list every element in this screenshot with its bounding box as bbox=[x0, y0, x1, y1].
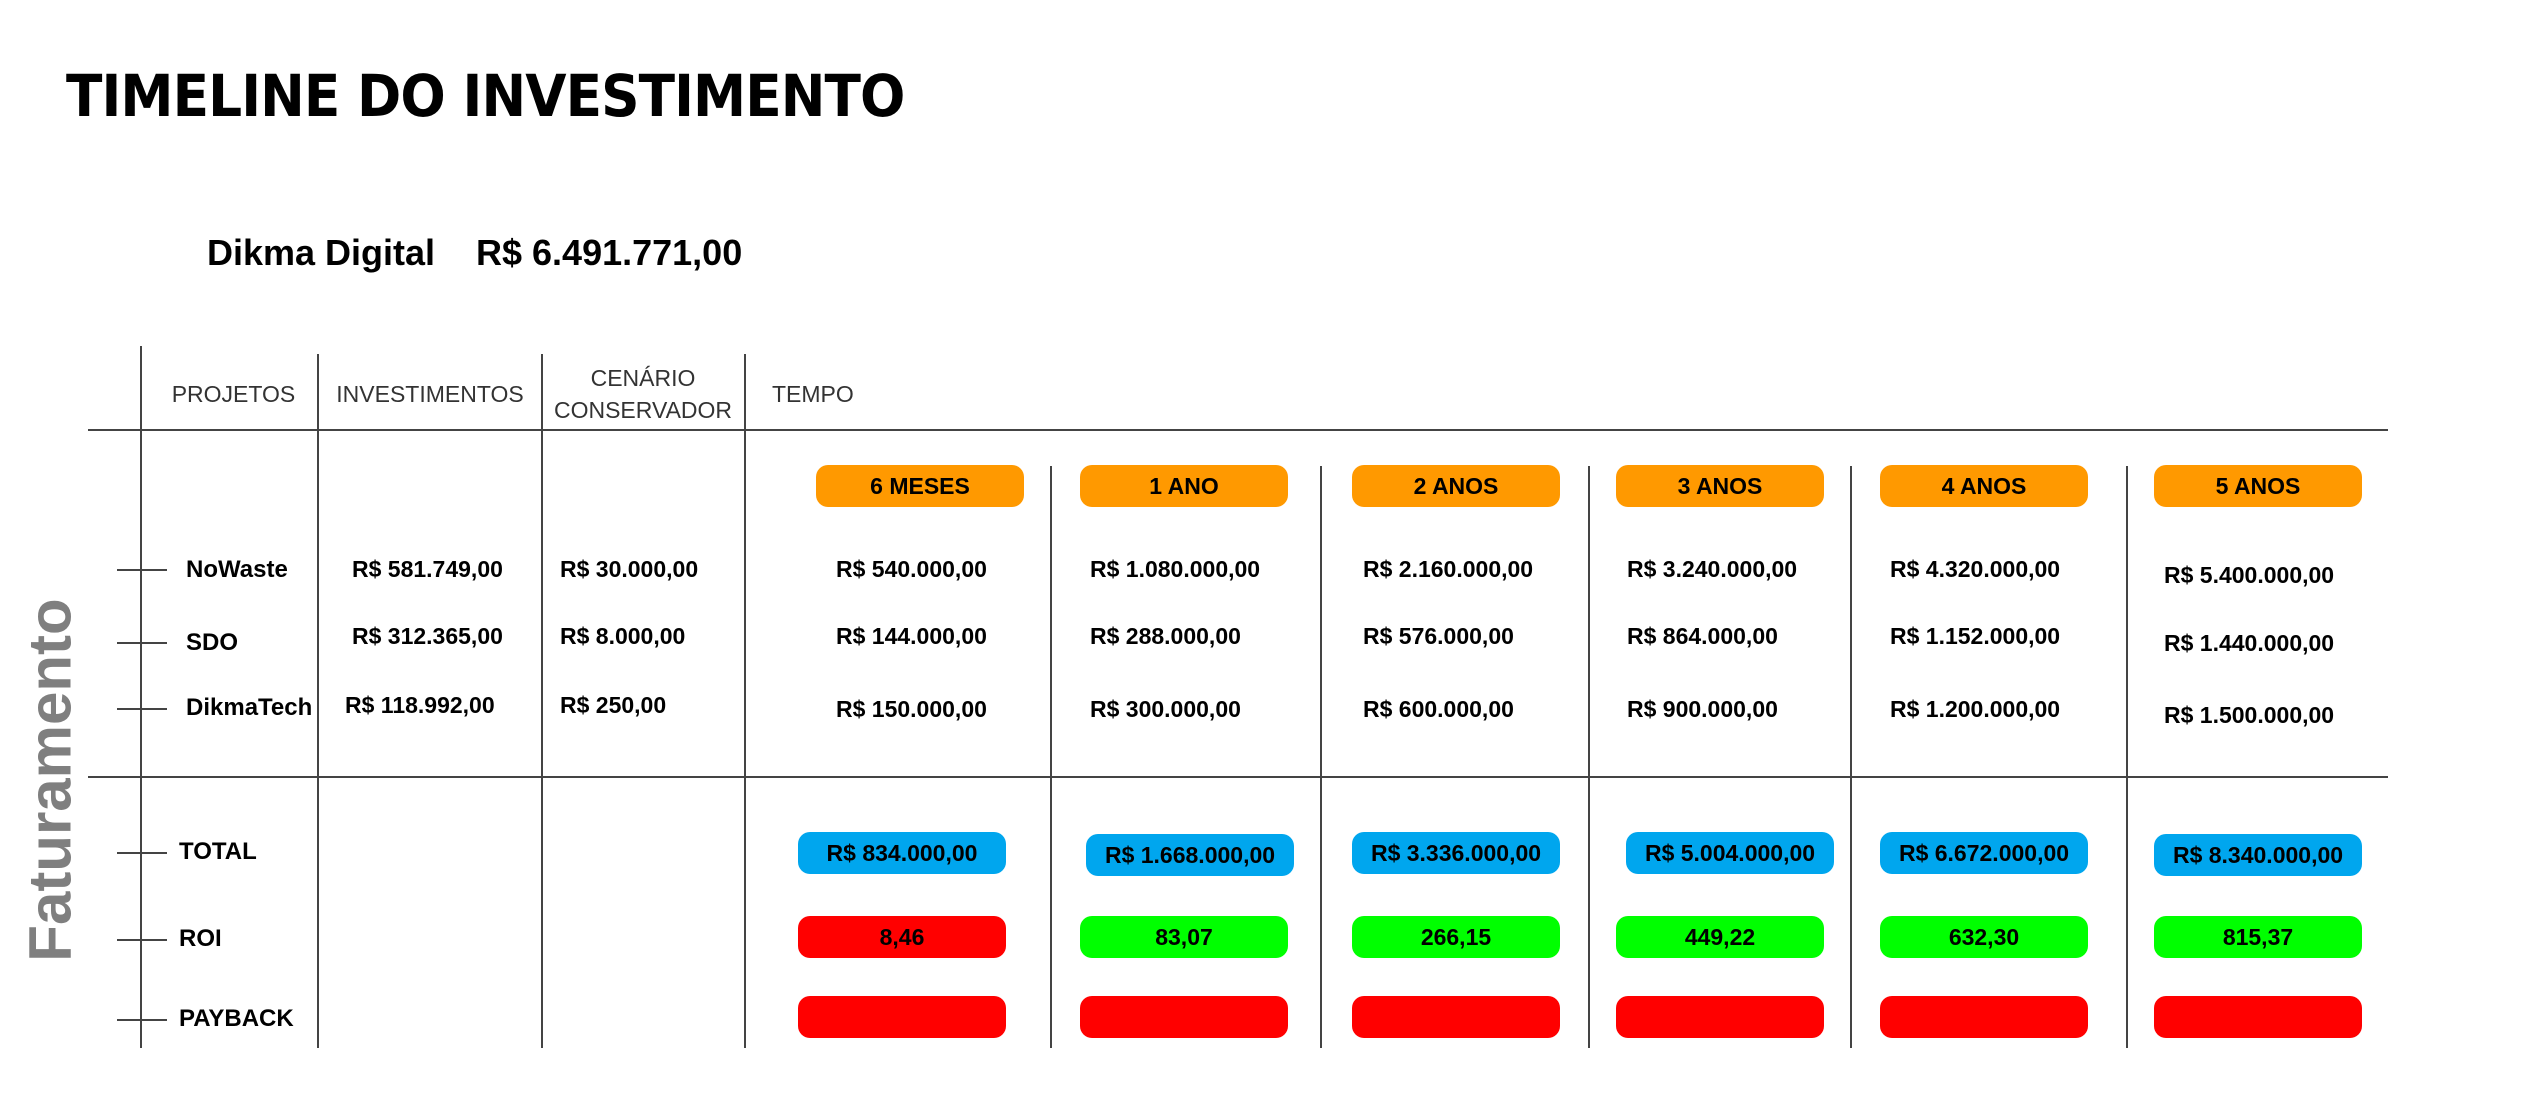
total-badge: R$ 8.340.000,00 bbox=[2154, 834, 2362, 876]
project-cenario: R$ 30.000,00 bbox=[560, 556, 699, 582]
project-value: R$ 144.000,00 bbox=[836, 623, 987, 649]
project-value: R$ 150.000,00 bbox=[836, 696, 987, 722]
total-badge: R$ 5.004.000,00 bbox=[1626, 832, 1834, 874]
roi-label: ROI bbox=[179, 925, 222, 952]
project-value: R$ 2.160.000,00 bbox=[1363, 556, 1534, 582]
company-total: R$ 6.491.771,00 bbox=[476, 232, 743, 273]
payback-badge bbox=[1352, 996, 1560, 1038]
period-badge: 1 ANO bbox=[1080, 465, 1288, 507]
project-cenario: R$ 8.000,00 bbox=[560, 623, 686, 649]
roi-badge: 815,37 bbox=[2154, 916, 2362, 958]
row-tick bbox=[117, 1019, 167, 1021]
project-cenario: R$ 250,00 bbox=[560, 692, 667, 718]
grid-line bbox=[88, 429, 2388, 431]
header-tempo: TEMPO bbox=[772, 381, 854, 407]
total-badge: R$ 834.000,00 bbox=[798, 832, 1006, 874]
payback-badge bbox=[2154, 996, 2362, 1038]
header-projetos: PROJETOS bbox=[171, 381, 296, 407]
header-cenario: CENÁRIO CONSERVADOR bbox=[553, 365, 733, 423]
grid-line bbox=[88, 776, 2388, 778]
total-label: TOTAL bbox=[179, 838, 257, 865]
roi-badge: 266,15 bbox=[1352, 916, 1560, 958]
project-value: R$ 600.000,00 bbox=[1363, 696, 1514, 722]
side-label: Faturamento bbox=[16, 598, 84, 962]
row-tick bbox=[117, 642, 167, 644]
payback-badge bbox=[798, 996, 1006, 1038]
project-value: R$ 1.152.000,00 bbox=[1890, 623, 2061, 649]
project-value: R$ 864.000,00 bbox=[1627, 623, 1778, 649]
roi-badge: 632,30 bbox=[1880, 916, 2088, 958]
project-investimento: R$ 581.749,00 bbox=[352, 556, 503, 582]
period-badge: 2 ANOS bbox=[1352, 465, 1560, 507]
row-tick bbox=[117, 852, 167, 854]
row-tick bbox=[117, 939, 167, 941]
grid-line bbox=[140, 346, 142, 1048]
header-investimentos: INVESTIMENTOS bbox=[336, 381, 524, 407]
payback-badge bbox=[1616, 996, 1824, 1038]
project-value: R$ 288.000,00 bbox=[1090, 623, 1241, 649]
period-badge: 5 ANOS bbox=[2154, 465, 2362, 507]
project-value: R$ 1.440.000,00 bbox=[2164, 630, 2335, 656]
roi-badge: 83,07 bbox=[1080, 916, 1288, 958]
project-value: R$ 576.000,00 bbox=[1363, 623, 1514, 649]
period-badge: 6 MESES bbox=[816, 465, 1024, 507]
project-name: NoWaste bbox=[186, 556, 288, 583]
grid-line bbox=[541, 354, 543, 1048]
project-value: R$ 300.000,00 bbox=[1090, 696, 1241, 722]
grid-line bbox=[744, 354, 746, 1048]
project-name: SDO bbox=[186, 629, 239, 656]
payback-label: PAYBACK bbox=[179, 1005, 294, 1032]
grid-line bbox=[2126, 466, 2128, 1048]
grid-line bbox=[317, 354, 319, 1048]
payback-badge bbox=[1080, 996, 1288, 1038]
row-tick bbox=[117, 708, 167, 710]
project-investimento: R$ 118.992,00 bbox=[345, 692, 495, 718]
project-value: R$ 900.000,00 bbox=[1627, 696, 1778, 722]
project-value: R$ 1.500.000,00 bbox=[2164, 702, 2335, 728]
grid-line bbox=[1588, 466, 1590, 1048]
period-badge: 3 ANOS bbox=[1616, 465, 1824, 507]
total-badge: R$ 1.668.000,00 bbox=[1086, 834, 1294, 876]
payback-badge bbox=[1880, 996, 2088, 1038]
grid-line bbox=[1320, 466, 1322, 1048]
total-badge: R$ 3.336.000,00 bbox=[1352, 832, 1560, 874]
period-badge: 4 ANOS bbox=[1880, 465, 2088, 507]
project-name: DikmaTech bbox=[186, 694, 313, 721]
roi-badge: 449,22 bbox=[1616, 916, 1824, 958]
company-name: Dikma Digital bbox=[207, 232, 436, 273]
project-value: R$ 1.080.000,00 bbox=[1090, 556, 1261, 582]
project-value: R$ 540.000,00 bbox=[836, 556, 987, 582]
project-value: R$ 5.400.000,00 bbox=[2164, 562, 2335, 588]
project-value: R$ 3.240.000,00 bbox=[1627, 556, 1798, 582]
page-title: TIMELINE DO INVESTIMENTO bbox=[66, 62, 905, 130]
row-tick bbox=[117, 569, 167, 571]
grid-line bbox=[1050, 466, 1052, 1048]
project-value: R$ 1.200.000,00 bbox=[1890, 696, 2061, 722]
project-value: R$ 4.320.000,00 bbox=[1890, 556, 2061, 582]
roi-badge: 8,46 bbox=[798, 916, 1006, 958]
project-investimento: R$ 312.365,00 bbox=[352, 623, 503, 649]
grid-line bbox=[1850, 466, 1852, 1048]
total-badge: R$ 6.672.000,00 bbox=[1880, 832, 2088, 874]
